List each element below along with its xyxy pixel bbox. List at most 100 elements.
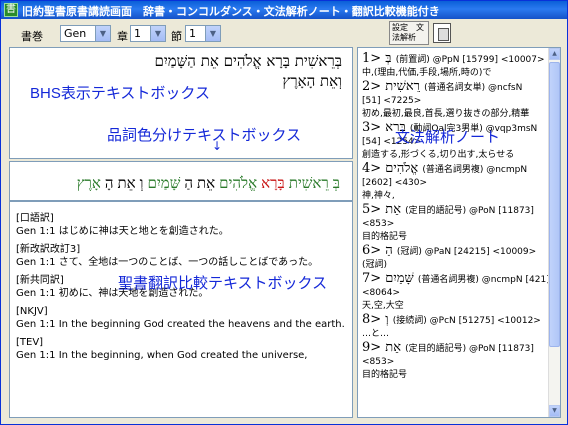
grammar-desc: (普通名詞男複) @ncmpN (422, 165, 528, 175)
translation-version: [新改訳改訂3] (16, 244, 81, 255)
title-bar[interactable]: 書 旧約聖書原書講読画面 辞書・コンコルダンス・文法解析ノート・翻訳比較機能付き (1, 1, 567, 19)
bhs-line-1: בְּרֵאשִׁית בָּרָא אֱלֹהִים אֵת הַשָּׁמַ… (154, 52, 343, 70)
grammar-line: 7> שָּׁמַיִם (普通名詞男複) @ncmpN [421] (362, 272, 550, 287)
app-window: 書 旧約聖書原書講読画面 辞書・コンコルダンス・文法解析ノート・翻訳比較機能付き… (0, 0, 568, 425)
verse-label: 節 (171, 30, 182, 43)
pos-word: שָּׁמַיִם (147, 174, 181, 192)
pos-line: בְּרֵאשִׁיתבָּרָאאֱלֹהִיםאֵתהַשָּׁמַיִםו… (75, 174, 342, 193)
grammar-line: 目的格記号 (362, 231, 550, 244)
chapter-select[interactable]: 1 ▼ (130, 25, 166, 42)
grammar-desc: (冠詞) (362, 260, 388, 270)
grammar-scrollbar[interactable]: ▲ ▼ (548, 48, 560, 417)
scroll-thumb[interactable] (549, 62, 560, 347)
grammar-line: [2602] <430> (362, 177, 550, 190)
pos-textbox[interactable]: בְּרֵאשִׁיתבָּרָאאֱלֹהִיםאֵתהַשָּׁמַיִםו… (9, 161, 353, 201)
grammar-desc: (接続詞) @PcN [51275] <10012> (392, 316, 541, 326)
grammar-line: 中,(理由,代価,手段,場所,時の)で (362, 67, 550, 80)
grammar-line: 神,神々, (362, 190, 550, 203)
scroll-up-icon[interactable]: ▲ (549, 48, 560, 60)
grammar-desc: 目的格記号 (362, 232, 408, 242)
pos-word: אָרֶץ (76, 174, 101, 192)
grammar-content: 1> בְּ (前置詞) @PpN [15799] <10007> 中,(理由,代… (362, 52, 550, 382)
bhs-label: BHS表示テキストボックス (30, 85, 210, 102)
translation-entry: [新改訳改訂3] Gen 1:1 さて、全地は一つのことば、一つの話しことばであっ… (16, 243, 346, 269)
book-select-value: Gen (64, 27, 87, 40)
grammar-word: 1> בְּ (362, 52, 396, 66)
bhs-line-2: וְאֵת הָאָרֶץ (282, 72, 342, 90)
grammar-label: 文法解析ノート (395, 129, 501, 146)
grammar-line: <853> (362, 356, 550, 369)
grammar-line: <8064> (362, 287, 550, 300)
grammar-word: 4> אֱלֹהִים (362, 162, 423, 176)
grammar-desc: [51] <7225> (362, 96, 422, 106)
grammar-desc: 天,空,大空 (362, 301, 404, 311)
grammar-desc: (前置詞) @PpN [15799] <10007> (395, 55, 545, 65)
pos-word: רֵאשִׁית (288, 174, 329, 192)
grammar-line: (冠詞) (362, 259, 550, 272)
book-select[interactable]: Gen ▼ (60, 25, 111, 42)
grammar-desc: [2602] <430> (362, 178, 428, 188)
pos-word: הָ (104, 174, 114, 192)
chevron-down-icon: ▼ (150, 26, 165, 41)
pos-word: אֵת (196, 174, 216, 192)
pos-word: אֵת (117, 174, 136, 192)
grammar-desc: (普通名詞女単) @ncfsN (424, 83, 523, 93)
grammar-desc: 初め,最初,最良,首長,選り抜きの部分,精華 (362, 109, 530, 119)
grammar-line: 9> אֵת (定目的語記号) @PoN [11873] (362, 341, 550, 356)
grammar-line: 目的格記号 (362, 369, 550, 382)
grammar-desc: 目的格記号 (362, 370, 408, 380)
grammar-line: 天,空,大空 (362, 300, 550, 313)
pos-word: אֱלֹהִים (219, 174, 258, 192)
grammar-line: 初め,最初,最良,首長,選り抜きの部分,精華 (362, 108, 550, 121)
translation-text: Gen 1:1 はじめに神は天と地とを創造された。 (16, 226, 229, 237)
verse-select[interactable]: 1 ▼ (185, 25, 221, 42)
grammar-line: 1> בְּ (前置詞) @PpN [15799] <10007> (362, 52, 550, 67)
arrow-down-icon: ↓ (212, 139, 223, 153)
grammar-word: 7> שָּׁמַיִם (362, 272, 418, 286)
grammar-word: 6> הַ (362, 244, 397, 258)
translation-text: Gen 1:1 さて、全地は一つのことば、一つの話しことばであった。 (16, 257, 319, 268)
grammar-desc: <8064> (362, 288, 400, 298)
grammar-desc: 中,(理由,代価,手段,場所,時の)で (362, 68, 492, 78)
grammar-line: 8> וְ (接続詞) @PcN [51275] <10012> (362, 313, 550, 328)
verse-select-value: 1 (189, 27, 196, 40)
bhs-textbox[interactable]: בְּרֵאשִׁית בָּרָא אֱלֹהִים אֵת הַשָּׁמַ… (9, 47, 353, 159)
translation-entry: [口語訳] Gen 1:1 はじめに神は天と地とを創造された。 (16, 212, 346, 238)
translation-entry: [NKJV] Gen 1:1 In the beginning God creat… (16, 305, 346, 331)
grammar-word: 2> רֵאשִׁית (362, 80, 425, 94)
translation-version: [NKJV] (16, 306, 48, 317)
pos-word: בְּ (332, 174, 340, 192)
scroll-down-icon[interactable]: ▼ (549, 405, 560, 417)
grammar-line: 5> אֵת (定目的語記号) @PoN [11873] (362, 203, 550, 218)
translation-text: Gen 1:1 In the beginning, when God creat… (16, 350, 308, 361)
grammar-line: [51] <7225> (362, 95, 550, 108)
translation-textbox[interactable]: [口語訳] Gen 1:1 はじめに神は天と地とを創造された。 [新改訳改訂3] Ge… (9, 201, 353, 418)
grammar-line: 6> הַ (冠詞) @PaN [24215] <10009> (362, 244, 550, 259)
chapter-select-value: 1 (134, 27, 141, 40)
settings-button[interactable]: 設定 文法解析 (389, 21, 429, 45)
grammar-line: 創造する,形づくる,切り出す,太らせる (362, 149, 550, 162)
grammar-desc: (普通名詞男複) @ncmpN [421] (417, 275, 550, 285)
grammar-line: 4> אֱלֹהִים (普通名詞男複) @ncmpN (362, 162, 550, 177)
grammar-word: 5> אֵת (362, 203, 406, 217)
grammar-desc: 創造する,形づくる,切り出す,太らせる (362, 150, 515, 160)
grammar-line: …と… (362, 328, 550, 341)
translation-text: Gen 1:1 In the beginning God created the… (16, 319, 345, 330)
translation-version: [TEV] (16, 337, 44, 348)
grammar-line: <853> (362, 218, 550, 231)
grammar-word: 8> וְ (362, 313, 393, 327)
pos-word: הַ (184, 174, 193, 192)
chevron-down-icon: ▼ (95, 26, 110, 41)
translations-label: 聖書翻訳比較テキストボックス (118, 275, 328, 292)
pos-label: 品詞色分けテキストボックス (107, 127, 302, 144)
translation-entry: [TEV] Gen 1:1 In the beginning, when God … (16, 336, 346, 362)
copy-icon[interactable] (433, 23, 451, 43)
grammar-desc: (定目的語記号) @PoN [11873] (405, 206, 534, 216)
grammar-line: 2> רֵאשִׁית (普通名詞女単) @ncfsN (362, 80, 550, 95)
grammar-notes-textbox[interactable]: 1> בְּ (前置詞) @PpN [15799] <10007> 中,(理由,代… (357, 47, 561, 418)
pos-word: בָּרָא (261, 174, 285, 192)
pos-word: וְ (139, 174, 144, 192)
grammar-desc: (冠詞) @PaN [24215] <10009> (396, 247, 537, 257)
toolbar: 書巻 Gen ▼ 章 1 ▼ 節 1 ▼ (1, 19, 567, 47)
grammar-desc: <853> (362, 357, 395, 367)
